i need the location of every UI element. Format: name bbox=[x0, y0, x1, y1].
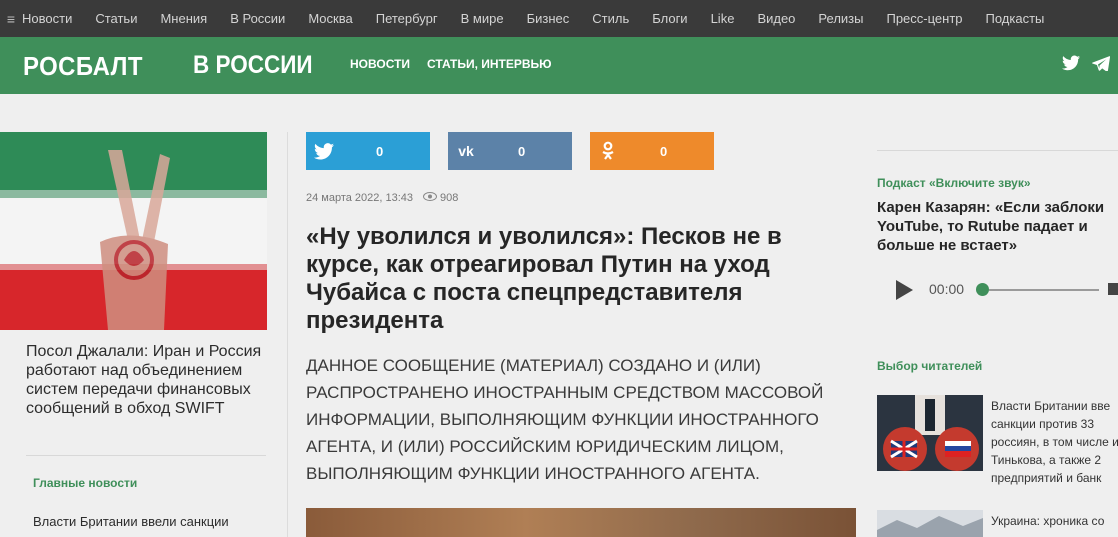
topnav-item-business[interactable]: Бизнес bbox=[527, 11, 570, 26]
volume-icon[interactable] bbox=[1108, 283, 1118, 295]
audio-player: 00:00 bbox=[896, 278, 1118, 302]
topnav-item-world[interactable]: В мире bbox=[461, 11, 504, 26]
progress-track[interactable] bbox=[989, 289, 1099, 291]
header-nav-articles[interactable]: СТАТЬИ, ИНТЕРВЬЮ bbox=[427, 57, 552, 71]
readers-item-image[interactable] bbox=[877, 395, 983, 471]
topnav-item-russia[interactable]: В России bbox=[230, 11, 285, 26]
menu-icon[interactable]: ≡ bbox=[0, 11, 22, 27]
article-views: 908 bbox=[440, 192, 459, 204]
podcast-label[interactable]: Подкаст «Включите звук» bbox=[877, 176, 1031, 190]
section-title[interactable]: В РОССИИ bbox=[193, 51, 313, 80]
column-divider bbox=[287, 132, 288, 537]
topnav-item-news[interactable]: Новости bbox=[22, 11, 72, 26]
telegram-icon[interactable] bbox=[1092, 55, 1112, 75]
podcast-title[interactable]: Карен Казарян: «Если заблоки YouTube, то… bbox=[877, 198, 1118, 255]
readers-choice-label[interactable]: Выбор читателей bbox=[877, 359, 982, 373]
vk-icon: vk bbox=[458, 143, 474, 159]
divider bbox=[877, 150, 1118, 151]
header-nav-news[interactable]: НОВОСТИ bbox=[350, 57, 410, 71]
topnav-item-opinions[interactable]: Мнения bbox=[160, 11, 207, 26]
main-news-item[interactable]: Власти Британии ввели санкции bbox=[33, 513, 263, 531]
twitter-share-button[interactable]: 0 bbox=[306, 132, 430, 170]
vk-share-button[interactable]: vk 0 bbox=[448, 132, 572, 170]
topnav-item-video[interactable]: Видео bbox=[757, 11, 795, 26]
site-header: РОСБАЛТ В РОССИИ НОВОСТИ СТАТЬИ, ИНТЕРВЬ… bbox=[0, 37, 1118, 94]
eye-icon bbox=[423, 192, 438, 204]
divider bbox=[26, 455, 266, 456]
twitter-icon bbox=[306, 142, 342, 160]
twitter-share-count: 0 bbox=[376, 143, 384, 159]
topnav-item-petersburg[interactable]: Петербург bbox=[376, 11, 438, 26]
top-nav: ≡ Новости Статьи Мнения В России Москва … bbox=[0, 0, 1118, 37]
odnoklassniki-icon bbox=[590, 141, 626, 161]
article-headline: «Ну уволился и уволился»: Песков не в ку… bbox=[306, 223, 782, 334]
readers-item-text[interactable]: Украина: хроника со bbox=[991, 512, 1118, 530]
foreign-agent-disclaimer: ДАННОЕ СООБЩЕНИЕ (МАТЕРИАЛ) СОЗДАНО И (И… bbox=[306, 356, 824, 483]
article-meta: 24 марта 2022, 13:43 908 bbox=[306, 192, 458, 204]
progress-slider-handle[interactable] bbox=[976, 283, 989, 296]
vk-share-count: 0 bbox=[518, 143, 526, 159]
topnav-item-releases[interactable]: Релизы bbox=[818, 11, 863, 26]
main-news-heading[interactable]: Главные новости bbox=[33, 476, 137, 490]
topnav-item-podcasts[interactable]: Подкасты bbox=[986, 11, 1045, 26]
left-news-caption[interactable]: Посол Джалали: Иран и Россия работают на… bbox=[26, 342, 266, 418]
left-news-image[interactable] bbox=[0, 132, 267, 330]
site-logo[interactable]: РОСБАЛТ bbox=[23, 51, 143, 82]
topnav-item-presscenter[interactable]: Пресс-центр bbox=[886, 11, 962, 26]
player-time: 00:00 bbox=[929, 281, 965, 297]
topnav-item-moscow[interactable]: Москва bbox=[308, 11, 352, 26]
twitter-icon[interactable] bbox=[1062, 55, 1082, 75]
topnav-item-blogs[interactable]: Блоги bbox=[652, 11, 687, 26]
readers-item-text[interactable]: Власти Британии вве санкции против 33 ро… bbox=[991, 397, 1118, 487]
ok-share-count: 0 bbox=[660, 143, 668, 159]
play-icon[interactable] bbox=[896, 280, 913, 300]
article-date: 24 марта 2022, 13:43 bbox=[306, 192, 414, 204]
readers-item-image[interactable] bbox=[877, 510, 983, 537]
ok-share-button[interactable]: 0 bbox=[590, 132, 714, 170]
topnav-item-like[interactable]: Like bbox=[711, 11, 735, 26]
topnav-item-articles[interactable]: Статьи bbox=[95, 11, 137, 26]
article-image[interactable] bbox=[306, 508, 856, 537]
topnav-item-style[interactable]: Стиль bbox=[592, 11, 629, 26]
